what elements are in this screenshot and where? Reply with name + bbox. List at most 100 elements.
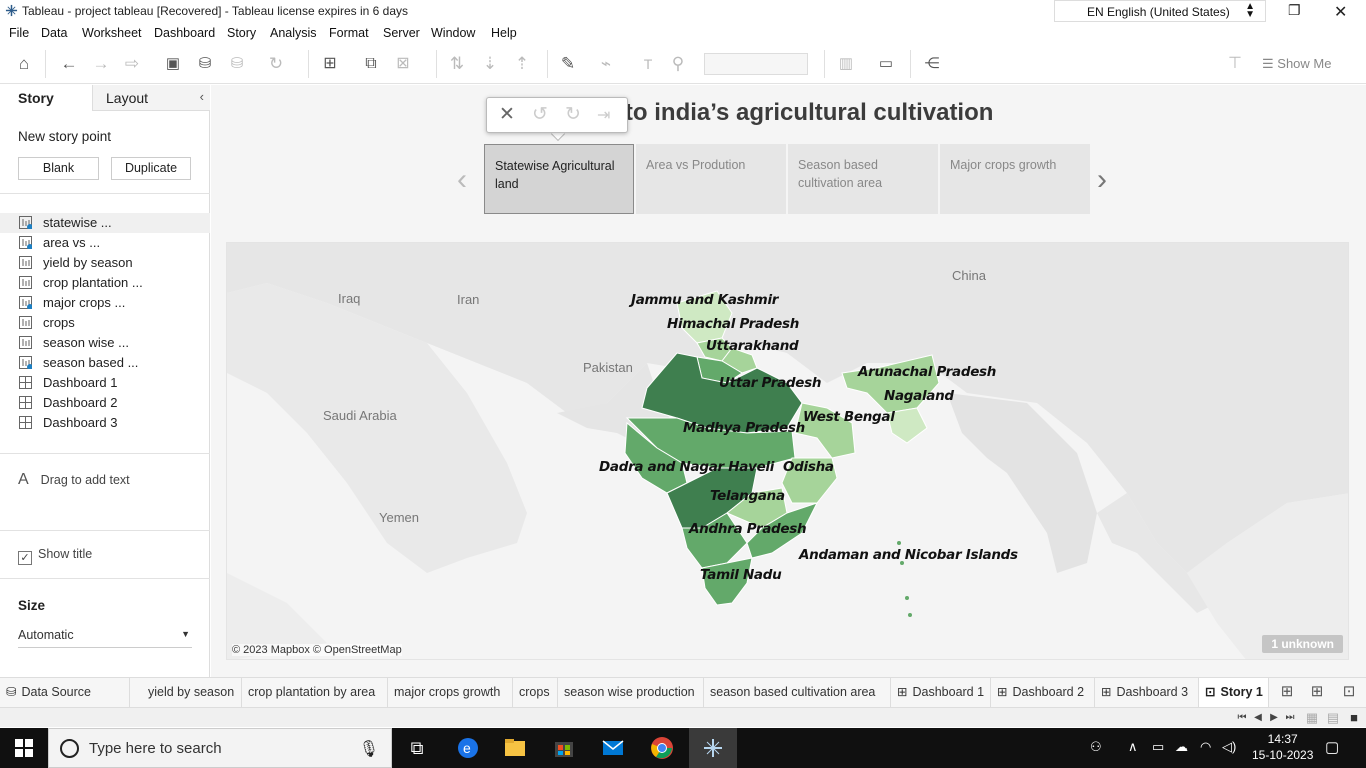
clear-sheet-icon[interactable]: ⊠	[393, 54, 413, 74]
menu-server[interactable]: Server	[383, 26, 420, 40]
store-icon[interactable]	[552, 736, 576, 760]
new-dashboard-tab-icon[interactable]: ⊞	[1307, 682, 1327, 702]
sheet-tab[interactable]: ⊞ Dashboard 3	[1095, 678, 1199, 707]
menu-help[interactable]: Help	[491, 26, 517, 40]
highlight-icon[interactable]: ✎	[558, 54, 578, 74]
swap-icon[interactable]: ⇅	[447, 54, 467, 74]
menu-window[interactable]: Window	[431, 26, 475, 40]
pin-icon[interactable]: ⚲	[668, 54, 688, 74]
menu-file[interactable]: File	[9, 26, 29, 40]
drag-to-add-text[interactable]: A Drag to add text	[18, 471, 130, 489]
save-as-new-icon[interactable]: ⇥	[597, 105, 610, 125]
story-sheet-item[interactable]: crop plantation ...	[0, 273, 210, 293]
tab-layout[interactable]: Layout ‹	[92, 85, 210, 111]
story-point-1[interactable]: Statewise Agricultural land	[484, 144, 634, 214]
refresh-icon[interactable]: ↻	[266, 54, 286, 74]
new-worksheet-icon[interactable]: ⊞	[320, 54, 340, 74]
duplicate-button[interactable]: Duplicate	[111, 157, 191, 180]
notification-icon[interactable]: ▢	[1325, 738, 1339, 756]
revert-icon[interactable]: ↺	[532, 103, 548, 126]
sheet-tab[interactable]: major crops growth	[388, 678, 513, 707]
fit-dropdown[interactable]	[704, 53, 808, 75]
sorter-icon[interactable]: ■	[1344, 708, 1364, 728]
menu-dashboard[interactable]: Dashboard	[154, 26, 215, 40]
taskbar-search[interactable]: Type here to search 🎙	[48, 728, 392, 768]
tab-story[interactable]: Story	[0, 85, 92, 111]
story-point-4[interactable]: Major crops growth	[940, 144, 1090, 214]
new-story-tab-icon[interactable]: ⊡	[1339, 682, 1359, 702]
sheet-tab[interactable]: ⊡ Story 1	[1199, 678, 1269, 707]
labels-icon[interactable]: T	[638, 54, 658, 74]
menu-analysis[interactable]: Analysis	[270, 26, 317, 40]
replay-icon[interactable]: ⇨	[122, 54, 142, 74]
close-icon[interactable]: ✕	[499, 103, 515, 126]
update-icon[interactable]: ↻	[565, 103, 581, 126]
menu-data[interactable]: Data	[41, 26, 67, 40]
show-me-button[interactable]: ☰ Show Me	[1262, 56, 1331, 72]
story-sheet-item[interactable]: crops	[0, 313, 210, 333]
tableau-taskbar-button[interactable]	[689, 728, 737, 768]
next-story-point-arrow[interactable]: ›	[1097, 163, 1107, 197]
onedrive-icon[interactable]: ☁	[1175, 739, 1188, 755]
story-sheet-item[interactable]: area vs ...	[0, 233, 210, 253]
previous-story-point-arrow[interactable]: ‹	[457, 163, 467, 197]
wifi-icon[interactable]: ◠	[1200, 739, 1211, 755]
edge-browser-icon[interactable]: e	[456, 736, 480, 760]
mail-icon[interactable]	[601, 736, 625, 760]
sheet-tab[interactable]: season wise production	[558, 678, 704, 707]
pause-updates-icon[interactable]: ⛁	[227, 54, 247, 74]
microphone-icon[interactable]: 🎙	[359, 739, 379, 759]
sheet-tab[interactable]: crops	[513, 678, 558, 707]
blank-button[interactable]: Blank	[18, 157, 99, 180]
home-icon[interactable]: ⌂	[14, 54, 34, 74]
sheet-tab[interactable]: ⛁ Data Source	[0, 678, 130, 707]
show-cards-icon[interactable]: ▥	[836, 54, 856, 74]
sheet-tab[interactable]: ⊞ Dashboard 1	[891, 678, 991, 707]
restore-button[interactable]: ❐	[1288, 2, 1301, 19]
size-dropdown[interactable]: Automatic ▼	[18, 628, 192, 648]
people-icon[interactable]: ⚇	[1090, 739, 1102, 755]
story-sheet-item[interactable]: yield by season	[0, 253, 210, 273]
story-sheet-item[interactable]: Dashboard 2	[0, 393, 210, 413]
menu-worksheet[interactable]: Worksheet	[82, 26, 142, 40]
story-sheet-item[interactable]: statewise ...	[0, 213, 210, 233]
story-sheet-item[interactable]: season based ...	[0, 353, 210, 373]
menu-format[interactable]: Format	[329, 26, 369, 40]
sort-ascending-icon[interactable]: ⇣	[480, 54, 500, 74]
last-sheet-icon[interactable]: ⏭	[1280, 708, 1300, 728]
close-window-button[interactable]: ✕	[1334, 2, 1347, 22]
undo-icon[interactable]: ←	[59, 54, 79, 74]
map-attribution[interactable]: © 2023 Mapbox © OpenStreetMap	[232, 644, 402, 656]
sheet-tab[interactable]: season based cultivation area	[704, 678, 891, 707]
story-sheet-item[interactable]: major crops ...	[0, 293, 210, 313]
sheet-tab[interactable]: ⊞ Dashboard 2	[991, 678, 1095, 707]
chevron-up-icon[interactable]: ∧	[1128, 739, 1138, 755]
chevron-left-icon[interactable]: ‹	[200, 89, 204, 104]
story-sheet-item[interactable]: Dashboard 1	[0, 373, 210, 393]
tabs-view-icon[interactable]: ▤	[1323, 708, 1343, 728]
windows-start-icon[interactable]	[15, 739, 33, 757]
file-explorer-icon[interactable]	[503, 736, 527, 760]
save-icon[interactable]: ▣	[163, 54, 183, 74]
new-datasource-icon[interactable]: ⛁	[195, 54, 215, 74]
new-worksheet-tab-icon[interactable]: ⊞	[1277, 682, 1297, 702]
menu-story[interactable]: Story	[227, 26, 256, 40]
sheet-tab[interactable]: crop plantation by area	[242, 678, 388, 707]
unknown-indicator[interactable]: 1 unknown	[1262, 635, 1343, 653]
sort-descending-icon[interactable]: ⇡	[512, 54, 532, 74]
story-point-3[interactable]: Season based cultivation area	[788, 144, 938, 214]
sheet-tab[interactable]: yield by season	[142, 678, 242, 707]
story-point-2[interactable]: Area vs Prodution	[636, 144, 786, 214]
volume-icon[interactable]: ◁)	[1222, 739, 1236, 755]
paint-icon[interactable]: ⊤	[1225, 54, 1245, 74]
story-sheet-item[interactable]: Dashboard 3	[0, 413, 210, 433]
chrome-icon[interactable]	[650, 736, 674, 760]
battery-icon[interactable]: ▭	[1152, 739, 1164, 755]
language-selector[interactable]: EN English (United States) ▲ ▼	[1054, 0, 1266, 22]
task-view-icon[interactable]: ⧉	[405, 736, 429, 760]
system-clock[interactable]: 14:37 15-10-2023	[1252, 731, 1313, 763]
map-view[interactable]: China Iraq Iran Pakistan Saudi Arabia Ye…	[226, 242, 1349, 660]
show-title-checkbox[interactable]: ✓ Show title	[18, 547, 92, 565]
attach-icon[interactable]: ⌁	[596, 54, 616, 74]
presentation-icon[interactable]: ▭	[876, 54, 896, 74]
